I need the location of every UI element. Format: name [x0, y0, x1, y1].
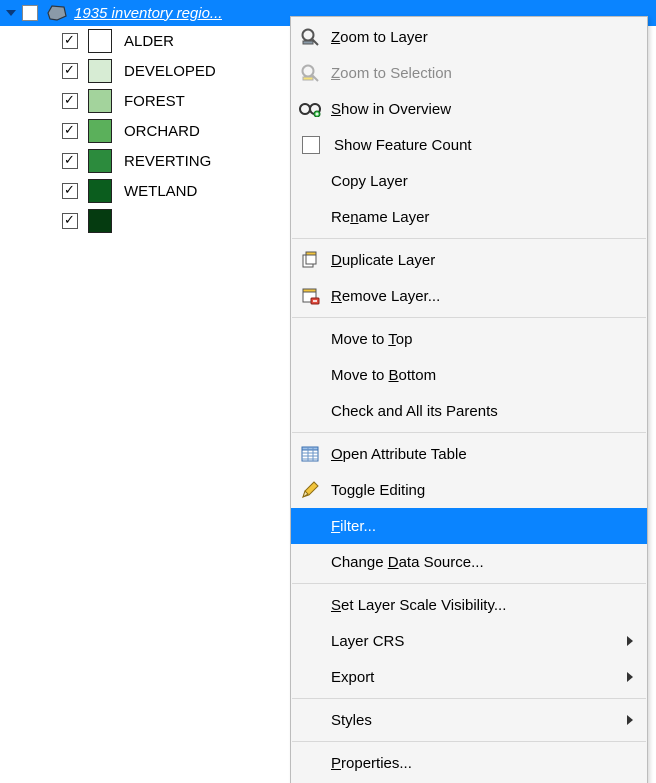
menu-separator — [292, 317, 646, 318]
menu-item-open-attribute-table[interactable]: Open Attribute Table — [291, 436, 647, 472]
menu-item-label: Duplicate Layer — [331, 252, 633, 269]
class-swatch — [88, 89, 112, 113]
layer-title[interactable]: 1935 inventory regio... — [74, 5, 222, 22]
class-visibility-checkbox[interactable] — [62, 183, 78, 199]
menu-item-change-data-source[interactable]: Change Data Source... — [291, 544, 647, 580]
blank-icon — [299, 666, 321, 688]
class-visibility-checkbox[interactable] — [62, 33, 78, 49]
menu-item-label: Layer CRS — [331, 633, 627, 650]
class-label: ORCHARD — [124, 123, 200, 140]
expand-triangle-icon[interactable] — [6, 10, 16, 16]
menu-checkbox[interactable] — [302, 136, 320, 154]
blank-icon — [299, 752, 321, 774]
menu-item-move-to-top[interactable]: Move to Top — [291, 321, 647, 357]
menu-item-filter[interactable]: Filter... — [291, 508, 647, 544]
menu-separator — [292, 698, 646, 699]
menu-item-remove-layer[interactable]: Remove Layer... — [291, 278, 647, 314]
class-label: ALDER — [124, 33, 174, 50]
class-swatch — [88, 179, 112, 203]
menu-item-label: Move to Top — [331, 331, 633, 348]
menu-item-label: Show in Overview — [331, 101, 633, 118]
blank-icon — [299, 170, 321, 192]
menu-item-set-layer-scale-visibility[interactable]: Set Layer Scale Visibility... — [291, 587, 647, 623]
class-visibility-checkbox[interactable] — [62, 63, 78, 79]
menu-item-label: Set Layer Scale Visibility... — [331, 597, 633, 614]
class-label: REVERTING — [124, 153, 211, 170]
class-label: FOREST — [124, 93, 185, 110]
submenu-arrow-icon — [627, 672, 633, 682]
menu-item-label: Remove Layer... — [331, 288, 633, 305]
blank-icon — [299, 515, 321, 537]
menu-item-label: Zoom to Layer — [331, 29, 633, 46]
overview-icon — [299, 98, 321, 120]
menu-separator — [292, 432, 646, 433]
zoom-selection-icon — [299, 62, 321, 84]
menu-item-export[interactable]: Export — [291, 659, 647, 695]
blank-icon — [299, 709, 321, 731]
polygon-layer-icon — [46, 4, 68, 22]
menu-item-layer-crs[interactable]: Layer CRS — [291, 623, 647, 659]
menu-item-styles[interactable]: Styles — [291, 702, 647, 738]
class-swatch — [88, 59, 112, 83]
blank-icon — [299, 364, 321, 386]
class-swatch — [88, 119, 112, 143]
blank-icon — [299, 206, 321, 228]
class-swatch — [88, 209, 112, 233]
menu-item-zoom-to-selection: Zoom to Selection — [291, 55, 647, 91]
submenu-arrow-icon — [627, 636, 633, 646]
layer-context-menu: Zoom to Layer Zoom to Selection Show in … — [290, 16, 648, 783]
class-label: WETLAND — [124, 183, 197, 200]
layer-visibility-checkbox[interactable] — [22, 5, 38, 21]
class-visibility-checkbox[interactable] — [62, 213, 78, 229]
menu-item-check-and-all-its-parents[interactable]: Check and All its Parents — [291, 393, 647, 429]
menu-item-label: Open Attribute Table — [331, 446, 633, 463]
menu-item-label: Zoom to Selection — [331, 65, 633, 82]
duplicate-icon — [299, 249, 321, 271]
menu-item-properties[interactable]: Properties... — [291, 745, 647, 781]
class-swatch — [88, 149, 112, 173]
menu-item-move-to-bottom[interactable]: Move to Bottom — [291, 357, 647, 393]
menu-item-label: Properties... — [331, 755, 633, 772]
blank-icon — [299, 594, 321, 616]
menu-item-label: Export — [331, 669, 627, 686]
menu-item-label: Change Data Source... — [331, 554, 633, 571]
class-swatch — [88, 29, 112, 53]
attribute-icon — [299, 443, 321, 465]
menu-separator — [292, 583, 646, 584]
zoom-layer-icon — [299, 26, 321, 48]
menu-item-label: Styles — [331, 712, 627, 729]
pencil-icon — [299, 479, 321, 501]
menu-item-duplicate-layer[interactable]: Duplicate Layer — [291, 242, 647, 278]
blank-icon — [299, 630, 321, 652]
class-visibility-checkbox[interactable] — [62, 93, 78, 109]
menu-item-toggle-editing[interactable]: Toggle Editing — [291, 472, 647, 508]
menu-item-show-feature-count[interactable]: Show Feature Count — [291, 127, 647, 163]
blank-icon — [299, 328, 321, 350]
menu-item-zoom-to-layer[interactable]: Zoom to Layer — [291, 19, 647, 55]
menu-item-rename-layer[interactable]: Rename Layer — [291, 199, 647, 235]
menu-item-label: Filter... — [331, 518, 633, 535]
blank-icon — [299, 400, 321, 422]
menu-item-label: Copy Layer — [331, 173, 633, 190]
class-visibility-checkbox[interactable] — [62, 153, 78, 169]
menu-item-copy-layer[interactable]: Copy Layer — [291, 163, 647, 199]
blank-icon — [299, 551, 321, 573]
menu-item-label: Toggle Editing — [331, 482, 633, 499]
menu-item-label: Move to Bottom — [331, 367, 633, 384]
menu-separator — [292, 238, 646, 239]
class-label: DEVELOPED — [124, 63, 216, 80]
submenu-arrow-icon — [627, 715, 633, 725]
menu-separator — [292, 741, 646, 742]
menu-item-show-in-overview[interactable]: Show in Overview — [291, 91, 647, 127]
remove-icon — [299, 285, 321, 307]
menu-item-label: Rename Layer — [331, 209, 633, 226]
class-visibility-checkbox[interactable] — [62, 123, 78, 139]
menu-item-label: Show Feature Count — [334, 137, 633, 154]
menu-item-label: Check and All its Parents — [331, 403, 633, 420]
